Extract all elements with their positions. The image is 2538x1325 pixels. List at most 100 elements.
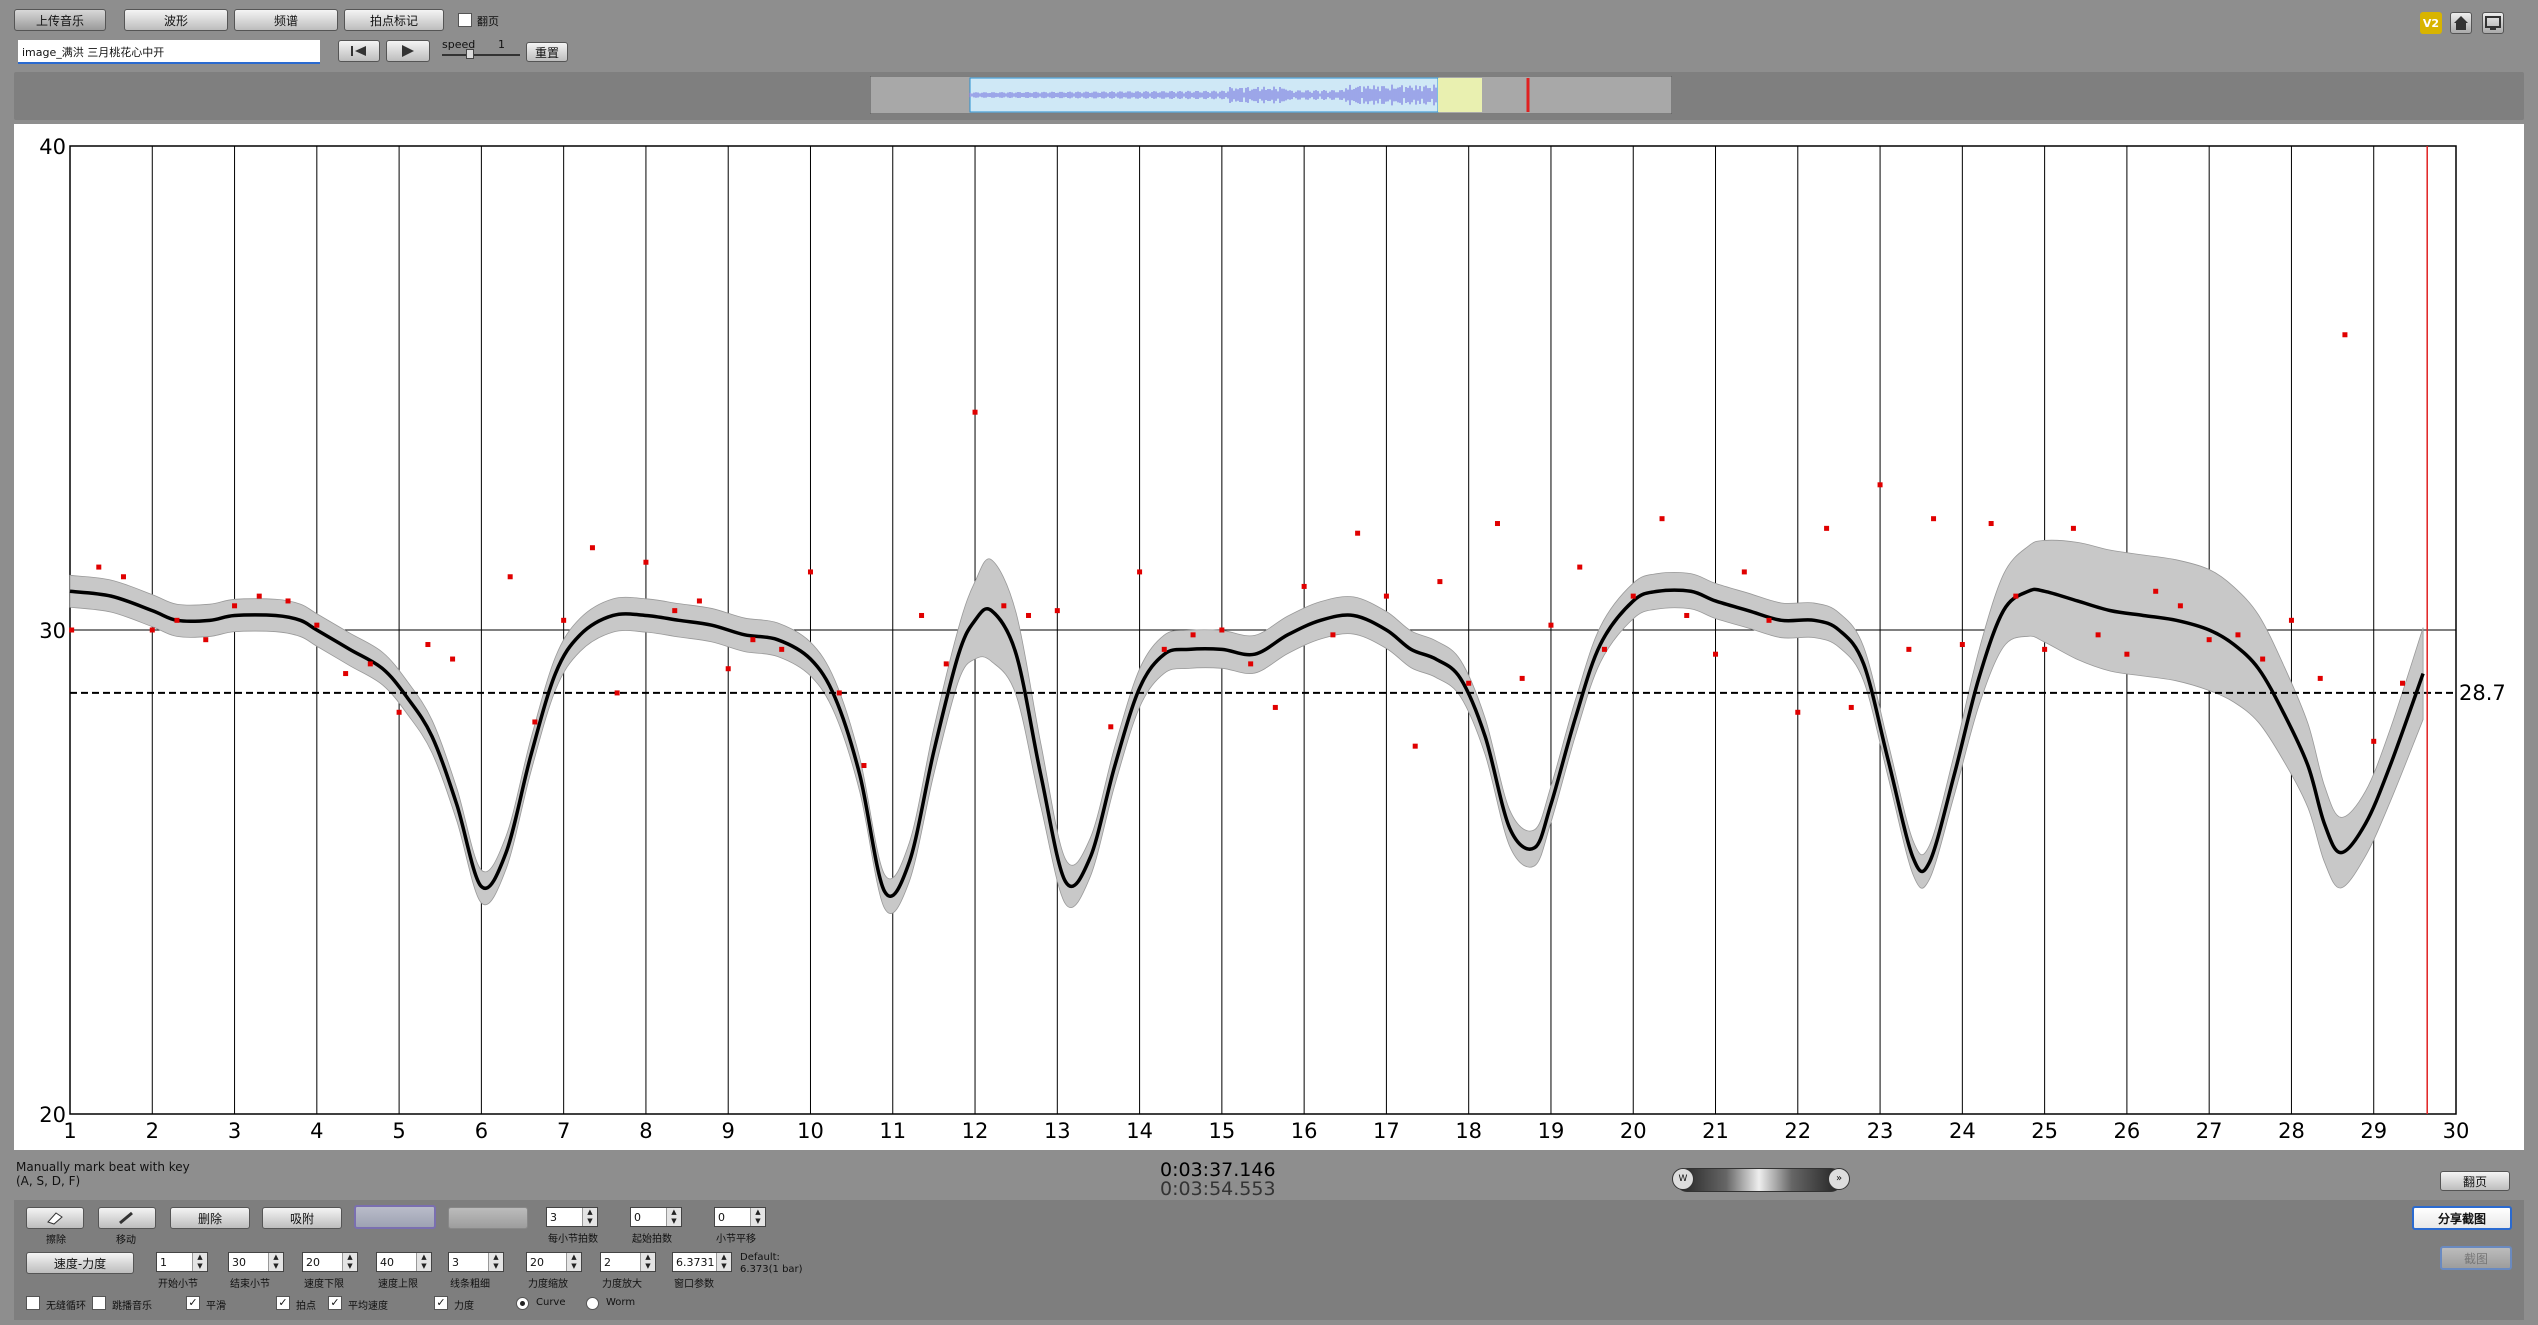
beat-point [2235, 632, 2241, 638]
per-bar-beats-label: 每小节拍数 [548, 1234, 598, 1245]
beat-point [2124, 651, 2130, 657]
v2-badge-icon[interactable]: V2 [2420, 12, 2442, 34]
play-button[interactable] [386, 40, 430, 62]
beat-point [2342, 332, 2348, 338]
dynamics-checkbox[interactable]: ✓ [434, 1296, 448, 1310]
beat-points-checkbox[interactable]: ✓ [276, 1296, 290, 1310]
x-tick-label: 16 [1291, 1119, 1318, 1143]
beat-point [2317, 675, 2323, 681]
y-tick-label: 20 [39, 1103, 66, 1127]
beat-point [1383, 593, 1389, 599]
beat-point [1026, 612, 1032, 618]
start-beat-stepper[interactable]: 0 ▲ ▼ [630, 1207, 682, 1227]
end-bar-label: 结束小节 [230, 1279, 270, 1290]
x-tick-label: 30 [2443, 1119, 2470, 1143]
start-bar-stepper[interactable]: 1 ▲ ▼ [156, 1252, 208, 1272]
beat-point [614, 690, 620, 696]
erase-button[interactable] [26, 1207, 84, 1229]
beat-point [1001, 603, 1007, 609]
bar-offset-stepper[interactable]: 0 ▲ ▼ [714, 1207, 766, 1227]
x-tick-label: 25 [2031, 1119, 2058, 1143]
overview-waveform[interactable] [870, 76, 1672, 114]
line-width-label: 线条粗细 [450, 1279, 490, 1290]
x-tick-label: 18 [1455, 1119, 1482, 1143]
infinite-loop-checkbox[interactable] [26, 1296, 40, 1310]
window-param-label: 窗口参数 [674, 1279, 714, 1290]
dyn-shrink-label: 力度缩放 [528, 1279, 568, 1290]
per-bar-beats-stepper[interactable]: 3 ▲ ▼ [546, 1207, 598, 1227]
dynamics-label: 力度 [454, 1301, 474, 1312]
slow-icon[interactable]: W [1672, 1168, 1694, 1190]
dyn-shrink-stepper[interactable]: 20 ▲ ▼ [526, 1252, 582, 1272]
curve-radio[interactable] [516, 1297, 529, 1310]
move-button[interactable] [98, 1207, 156, 1229]
speed-slider-thumb[interactable] [466, 49, 474, 59]
beat-point [2206, 637, 2212, 643]
speed-slider[interactable] [442, 49, 520, 59]
beat-point [1108, 724, 1114, 730]
x-tick-label: 9 [722, 1119, 735, 1143]
tempo-max-stepper[interactable]: 40 ▲ ▼ [376, 1252, 432, 1272]
x-tick-label: 28 [2278, 1119, 2305, 1143]
beat-point [1548, 622, 1554, 628]
delete-button[interactable]: 删除 [170, 1207, 250, 1229]
reset-button[interactable]: 重置 [526, 42, 568, 62]
hint-line-1: Manually mark beat with key [16, 1160, 190, 1174]
fast-icon[interactable]: » [1828, 1168, 1850, 1190]
beat-mark-button[interactable]: 拍点标记 [344, 9, 444, 31]
x-tick-label: 24 [1949, 1119, 1976, 1143]
x-tick-label: 13 [1044, 1119, 1071, 1143]
beat-point [1959, 642, 1965, 648]
x-tick-label: 5 [392, 1119, 405, 1143]
screen-icon[interactable] [2482, 12, 2504, 34]
beat-point [174, 617, 180, 623]
dyn-zoom-stepper[interactable]: 2 ▲ ▼ [600, 1252, 656, 1272]
beat-point [972, 409, 978, 415]
beat-point [450, 656, 456, 662]
line-width-stepper[interactable]: 3 ▲ ▼ [448, 1252, 504, 1272]
beat-point [1577, 564, 1583, 570]
flip-page-checkbox[interactable] [458, 13, 472, 27]
skip-back-icon [351, 46, 366, 56]
upload-music-button[interactable]: 上传音乐 [14, 9, 106, 31]
smooth-checkbox[interactable]: ✓ [186, 1296, 200, 1310]
tempo-dynamics-button[interactable]: 速度-力度 [26, 1252, 134, 1274]
tempo-max-label: 速度上限 [378, 1279, 418, 1290]
beat-point [1766, 617, 1772, 623]
beat-point [1466, 680, 1472, 686]
jog-wheel[interactable] [1676, 1168, 1842, 1192]
end-bar-stepper[interactable]: 30 ▲ ▼ [228, 1252, 284, 1272]
dyn-zoom-label: 力度放大 [602, 1279, 642, 1290]
worm-label: Worm [606, 1297, 636, 1308]
share-screenshot-button[interactable]: 分享截图 [2412, 1206, 2512, 1230]
x-tick-label: 4 [310, 1119, 323, 1143]
beat-point [2153, 588, 2159, 594]
tempo-chart[interactable]: 1 2 3 4 5 6 7 8 9 10 11 12 13 14 15 16 17 18 19 20 21 22 23 24 2… [14, 124, 2524, 1150]
filename-field[interactable]: image_满洪 三月桃花心中开 [18, 40, 320, 64]
selected-tool-button[interactable] [354, 1205, 436, 1229]
page-flip-button[interactable]: 翻页 [2440, 1171, 2510, 1191]
beat-point [1330, 632, 1336, 638]
window-param-stepper[interactable]: 6.3731 ▲ ▼ [672, 1252, 732, 1272]
disabled-tool-button [448, 1207, 528, 1229]
beat-point [2260, 656, 2266, 662]
avg-tempo-checkbox[interactable]: ✓ [328, 1296, 342, 1310]
beat-point [1272, 704, 1278, 710]
home-icon[interactable] [2450, 12, 2472, 34]
worm-radio[interactable] [586, 1297, 599, 1310]
skip-music-checkbox[interactable] [92, 1296, 106, 1310]
snap-button[interactable]: 吸附 [262, 1207, 342, 1229]
x-tick-label: 19 [1538, 1119, 1565, 1143]
beat-point [2371, 738, 2377, 744]
beat-point [343, 671, 349, 677]
rewind-button[interactable] [338, 40, 380, 62]
x-tick-label: 20 [1620, 1119, 1647, 1143]
tempo-min-stepper[interactable]: 20 ▲ ▼ [302, 1252, 358, 1272]
x-tick-label: 26 [2114, 1119, 2141, 1143]
beat-point [1741, 569, 1747, 575]
waveform-button[interactable]: 波形 [124, 9, 228, 31]
beat-point [2070, 525, 2076, 531]
y-tick-label: 30 [39, 619, 66, 643]
spectrum-button[interactable]: 频谱 [234, 9, 338, 31]
beat-point [1190, 632, 1196, 638]
